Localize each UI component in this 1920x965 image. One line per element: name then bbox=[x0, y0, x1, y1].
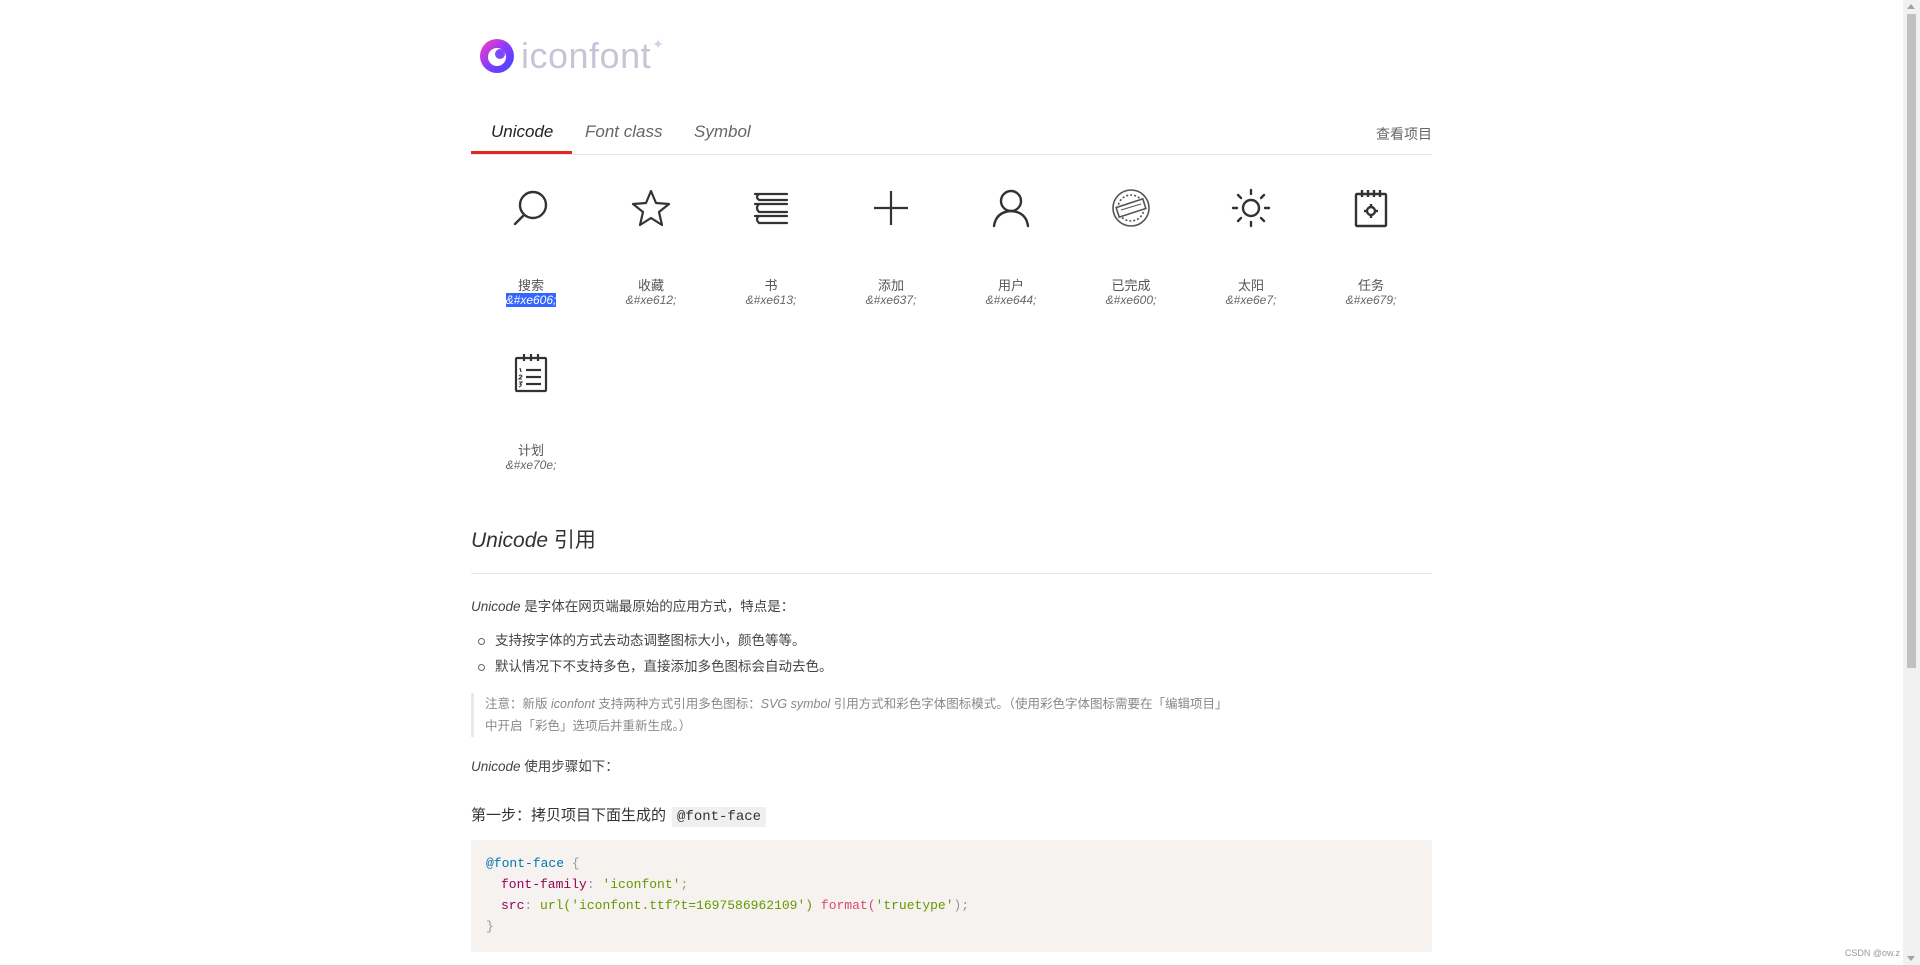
icon-item[interactable]: 添加 &#xe637; bbox=[831, 172, 951, 317]
tab-unicode[interactable]: Unicode bbox=[491, 122, 553, 142]
icon-item[interactable]: 任务 &#xe679; bbox=[1311, 172, 1431, 317]
scroll-up-arrow-icon[interactable] bbox=[1907, 4, 1915, 9]
icon-code[interactable]: &#xe613; bbox=[711, 293, 831, 307]
list-item: 默认情况下不支持多色，直接添加多色图标会自动去色。 bbox=[475, 658, 833, 684]
section-divider bbox=[471, 573, 1432, 574]
icon-code[interactable]: &#xe637; bbox=[831, 293, 951, 307]
icon-item[interactable]: 已完成 &#xe600; bbox=[1071, 172, 1191, 317]
steps-intro: Unicode 使用步骤如下： bbox=[471, 759, 619, 774]
icon-name: 太阳 bbox=[1237, 278, 1264, 293]
code-block[interactable]: @font-face { font-family: 'iconfont'; sr… bbox=[471, 840, 1432, 952]
tab-bar: Unicode Font class Symbol 查看项目 bbox=[471, 112, 1432, 155]
plan-list-icon bbox=[511, 353, 551, 393]
view-project-link[interactable]: 查看项目 bbox=[1376, 124, 1432, 144]
star-icon bbox=[631, 188, 671, 228]
icon-name: 已完成 bbox=[1111, 278, 1151, 293]
inline-code: @font-face bbox=[672, 807, 767, 827]
icon-code[interactable]: &#xe606; bbox=[471, 293, 591, 307]
scroll-down-arrow-icon[interactable] bbox=[1907, 956, 1915, 961]
icon-item[interactable]: 计划 &#xe70e; bbox=[471, 337, 591, 482]
plus-icon bbox=[871, 188, 911, 228]
watermark: CSDN @ow.z bbox=[1844, 948, 1900, 958]
icon-item[interactable]: 搜索 &#xe606; bbox=[471, 172, 591, 317]
icon-item[interactable]: 收藏 &#xe612; bbox=[591, 172, 711, 317]
icon-code[interactable]: &#xe644; bbox=[951, 293, 1071, 307]
scrollbar-thumb[interactable] bbox=[1907, 14, 1916, 668]
icon-item[interactable]: 用户 &#xe644; bbox=[951, 172, 1071, 317]
icon-item[interactable]: 书 &#xe613; bbox=[711, 172, 831, 317]
iconfont-logo[interactable]: iconfont ✦ bbox=[479, 34, 664, 78]
icon-name: 计划 bbox=[517, 443, 544, 458]
list-item: 支持按字体的方式去动态调整图标大小，颜色等等。 bbox=[475, 632, 833, 658]
icon-code[interactable]: &#xe70e; bbox=[471, 458, 591, 472]
icon-name: 添加 bbox=[877, 278, 904, 293]
task-calendar-icon bbox=[1351, 188, 1391, 228]
icon-name: 搜索 bbox=[517, 278, 544, 293]
sun-icon bbox=[1231, 188, 1271, 228]
tab-symbol[interactable]: Symbol bbox=[694, 122, 751, 142]
completed-stamp-icon bbox=[1111, 188, 1151, 228]
icon-code[interactable]: &#xe612; bbox=[591, 293, 711, 307]
tab-font-class[interactable]: Font class bbox=[585, 122, 662, 142]
icon-name: 书 bbox=[764, 278, 778, 293]
brand-name: iconfont bbox=[521, 35, 652, 76]
icon-code[interactable]: &#xe600; bbox=[1071, 293, 1191, 307]
logo-mark-icon bbox=[480, 39, 514, 73]
active-tab-indicator bbox=[471, 151, 572, 154]
icon-item[interactable]: 太阳 &#xe6e7; bbox=[1191, 172, 1311, 317]
search-icon bbox=[511, 188, 551, 228]
icon-code[interactable]: &#xe6e7; bbox=[1191, 293, 1311, 307]
icon-name: 任务 bbox=[1357, 278, 1384, 293]
code-line: src: url('iconfont.ttf?t=1697586962109')… bbox=[501, 898, 970, 913]
icon-name: 收藏 bbox=[637, 278, 664, 293]
book-icon bbox=[751, 188, 791, 228]
note-blockquote: 注意：新版 iconfont 支持两种方式引用多色图标：SVG symbol 引… bbox=[471, 693, 1285, 737]
code-line: @font-face { bbox=[486, 856, 580, 871]
code-line: } bbox=[486, 919, 494, 934]
sparkle-icon: ✦ bbox=[652, 35, 664, 52]
icon-code[interactable]: &#xe679; bbox=[1311, 293, 1431, 307]
step-one-heading: 第一步：拷贝项目下面生成的 @font-face bbox=[471, 804, 767, 827]
intro-paragraph: Unicode 是字体在网页端最原始的应用方式，特点是： bbox=[471, 599, 795, 614]
feature-list: 支持按字体的方式去动态调整图标大小，颜色等等。 默认情况下不支持多色，直接添加多… bbox=[475, 632, 833, 684]
user-icon bbox=[991, 188, 1031, 228]
section-title: Unicode 引用 bbox=[471, 529, 596, 552]
vertical-scrollbar[interactable] bbox=[1903, 0, 1920, 965]
code-line: font-family: 'iconfont'; bbox=[501, 877, 689, 892]
icon-name: 用户 bbox=[997, 278, 1024, 293]
